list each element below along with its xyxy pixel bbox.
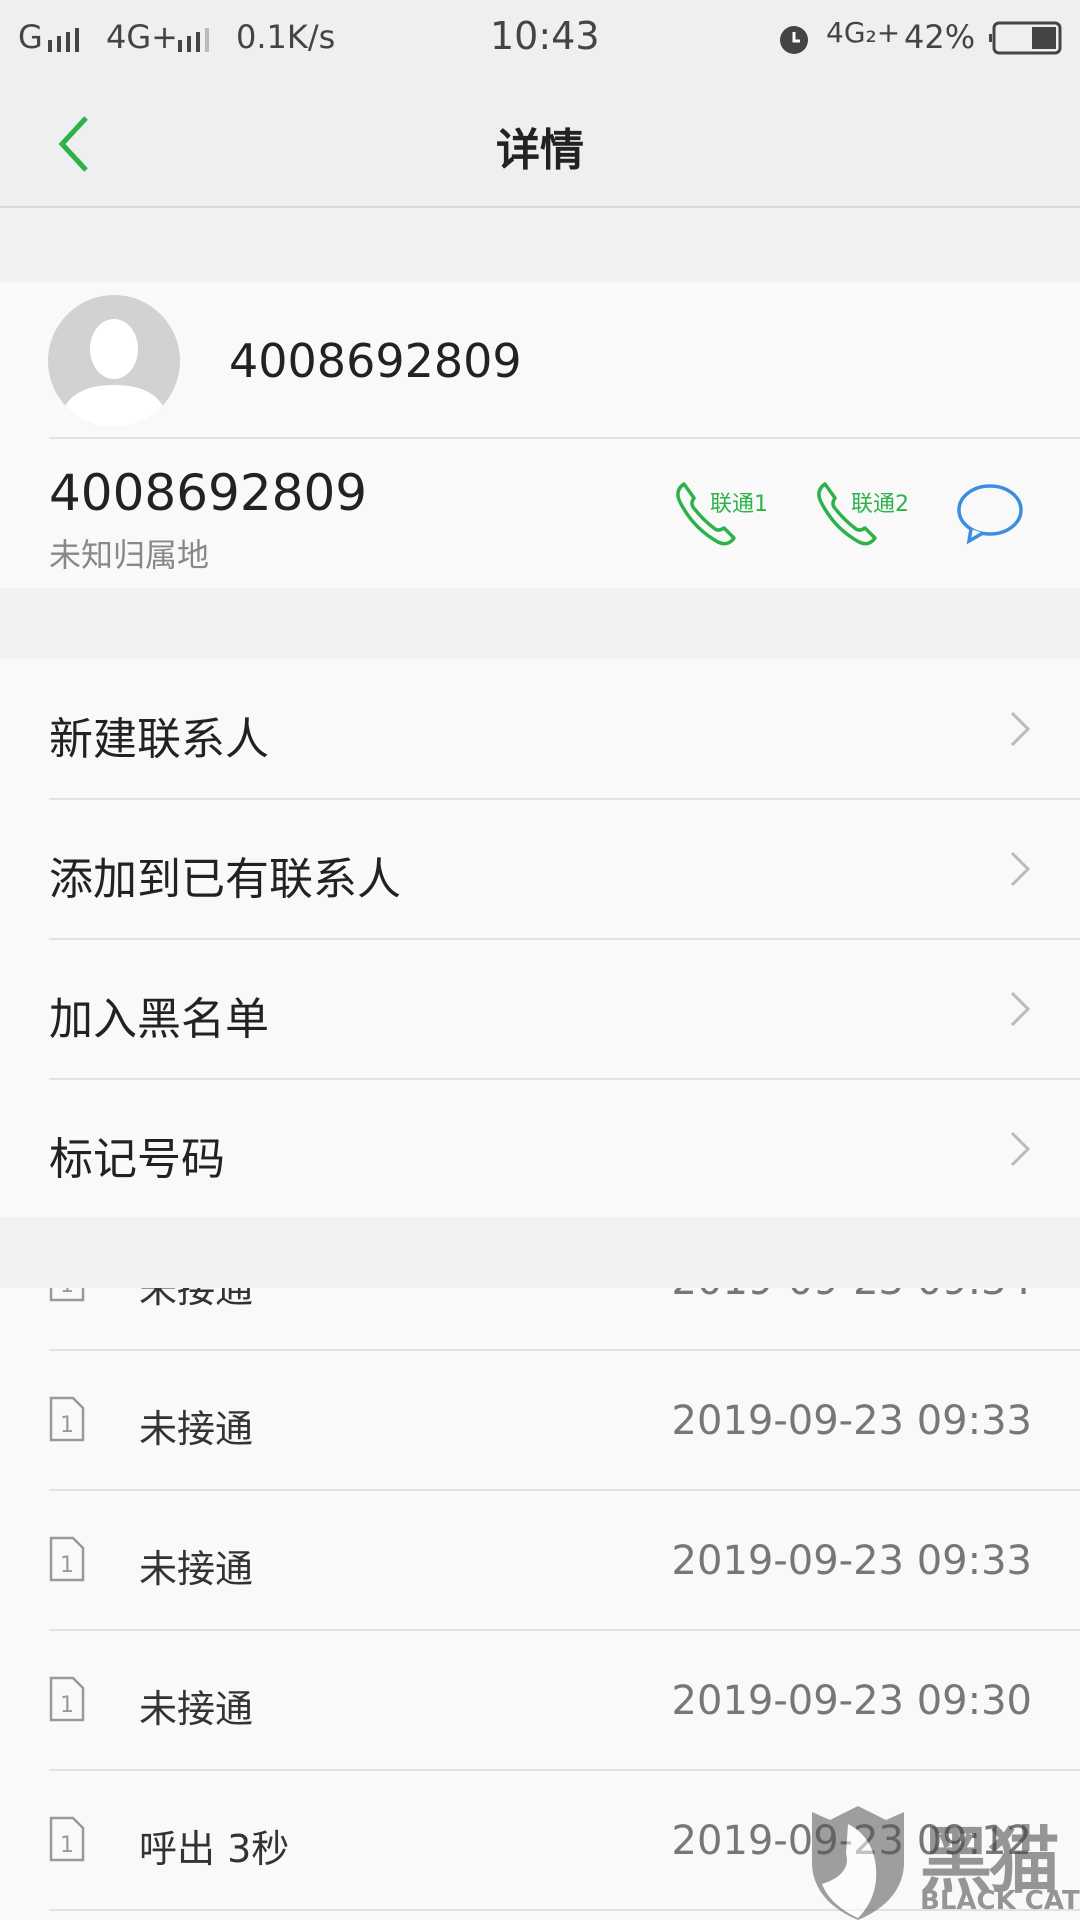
menu-new-contact[interactable]: 新建联系人 — [0, 659, 1080, 799]
call-time: 2019-09-23 09:30 — [671, 1678, 1032, 1724]
battery-icon — [989, 21, 1062, 55]
chevron-right-icon — [1010, 851, 1031, 887]
menu-blacklist[interactable]: 加入黑名单 — [0, 939, 1080, 1079]
call-log-row[interactable]: 1 未接通 2019-09-23 09:33 — [0, 1350, 1080, 1491]
sim-card-icon: 1 — [49, 1536, 85, 1582]
message-icon[interactable] — [955, 482, 1025, 546]
call-type: 未接通 — [139, 1547, 254, 1591]
watermark-subtext: BLACK CAT — [920, 1886, 1080, 1916]
menu-label: 添加到已有联系人 — [49, 854, 401, 905]
menu-label: 加入黑名单 — [49, 994, 269, 1045]
network-type: 4G₂+ — [826, 16, 901, 49]
chevron-right-icon — [1010, 1131, 1031, 1167]
sim2-label: 联通2 — [851, 492, 909, 517]
call-log-row[interactable]: 1 未接通 2019-09-23 09:34 — [0, 1288, 1080, 1351]
call-type: 未接通 — [139, 1288, 254, 1311]
sim-card-icon: 1 — [49, 1676, 85, 1722]
call-type: 未接通 — [139, 1687, 254, 1731]
contact-name: 4008692809 — [229, 334, 522, 388]
menu-add-to-existing[interactable]: 添加到已有联系人 — [0, 799, 1080, 939]
watermark-logo: 黑猫 BLACK CAT — [808, 1800, 1080, 1920]
status-bar: G 4G+ 0.1K/s 10:43 4G₂+ 42% — [0, 0, 1080, 86]
sim-card-icon: 1 — [49, 1288, 85, 1302]
call-type: 呼出 3秒 — [139, 1827, 290, 1871]
net-speed: 0.1K/s — [236, 18, 336, 56]
sim-number: 1 — [60, 1413, 74, 1438]
call-time: 2019-09-23 09:34 — [672, 1288, 1032, 1304]
header: 详情 — [0, 86, 1080, 208]
call-type: 未接通 — [139, 1407, 254, 1451]
sim-card-icon: 1 — [49, 1396, 85, 1442]
sim1-label: 联通1 — [710, 492, 768, 517]
cat-shield-icon — [812, 1806, 904, 1920]
menu-mark-number[interactable]: 标记号码 — [0, 1079, 1080, 1219]
call-log-row[interactable]: 1 未接通 2019-09-23 09:30 — [0, 1630, 1080, 1771]
clock: 10:43 — [490, 14, 600, 58]
sim-number: 1 — [60, 1288, 74, 1298]
carrier2: 4G+ — [106, 18, 178, 56]
signal-icon — [48, 28, 79, 52]
signal-icon-2 — [178, 28, 209, 52]
avatar — [48, 295, 180, 427]
divider — [49, 437, 1080, 439]
battery-percent: 42% — [904, 18, 976, 56]
call-log-row[interactable]: 1 未接通 2019-09-23 09:33 — [0, 1490, 1080, 1631]
chevron-right-icon — [1010, 991, 1031, 1027]
call-sim1-button[interactable]: 联通1 — [672, 478, 772, 558]
sim-card-icon: 1 — [49, 1816, 85, 1862]
carrier1: G — [18, 18, 43, 56]
sim-number: 1 — [60, 1553, 74, 1578]
alarm-icon — [780, 26, 808, 54]
contact-card: 4008692809 4008692809 未知归属地 联通1 联通2 — [0, 282, 1080, 588]
phone-number[interactable]: 4008692809 — [49, 464, 367, 522]
menu-label: 标记号码 — [49, 1134, 225, 1185]
location: 未知归属地 — [49, 536, 210, 574]
page-title: 详情 — [496, 125, 584, 176]
chevron-right-icon — [1010, 711, 1031, 747]
call-time: 2019-09-23 09:33 — [671, 1538, 1032, 1584]
action-menu: 新建联系人 添加到已有联系人 加入黑名单 标记号码 — [0, 659, 1080, 1217]
menu-label: 新建联系人 — [49, 714, 269, 765]
sim-number: 1 — [60, 1833, 74, 1858]
call-sim2-button[interactable]: 联通2 — [813, 478, 913, 558]
sim-number: 1 — [60, 1693, 74, 1718]
call-time: 2019-09-23 09:33 — [671, 1398, 1032, 1444]
